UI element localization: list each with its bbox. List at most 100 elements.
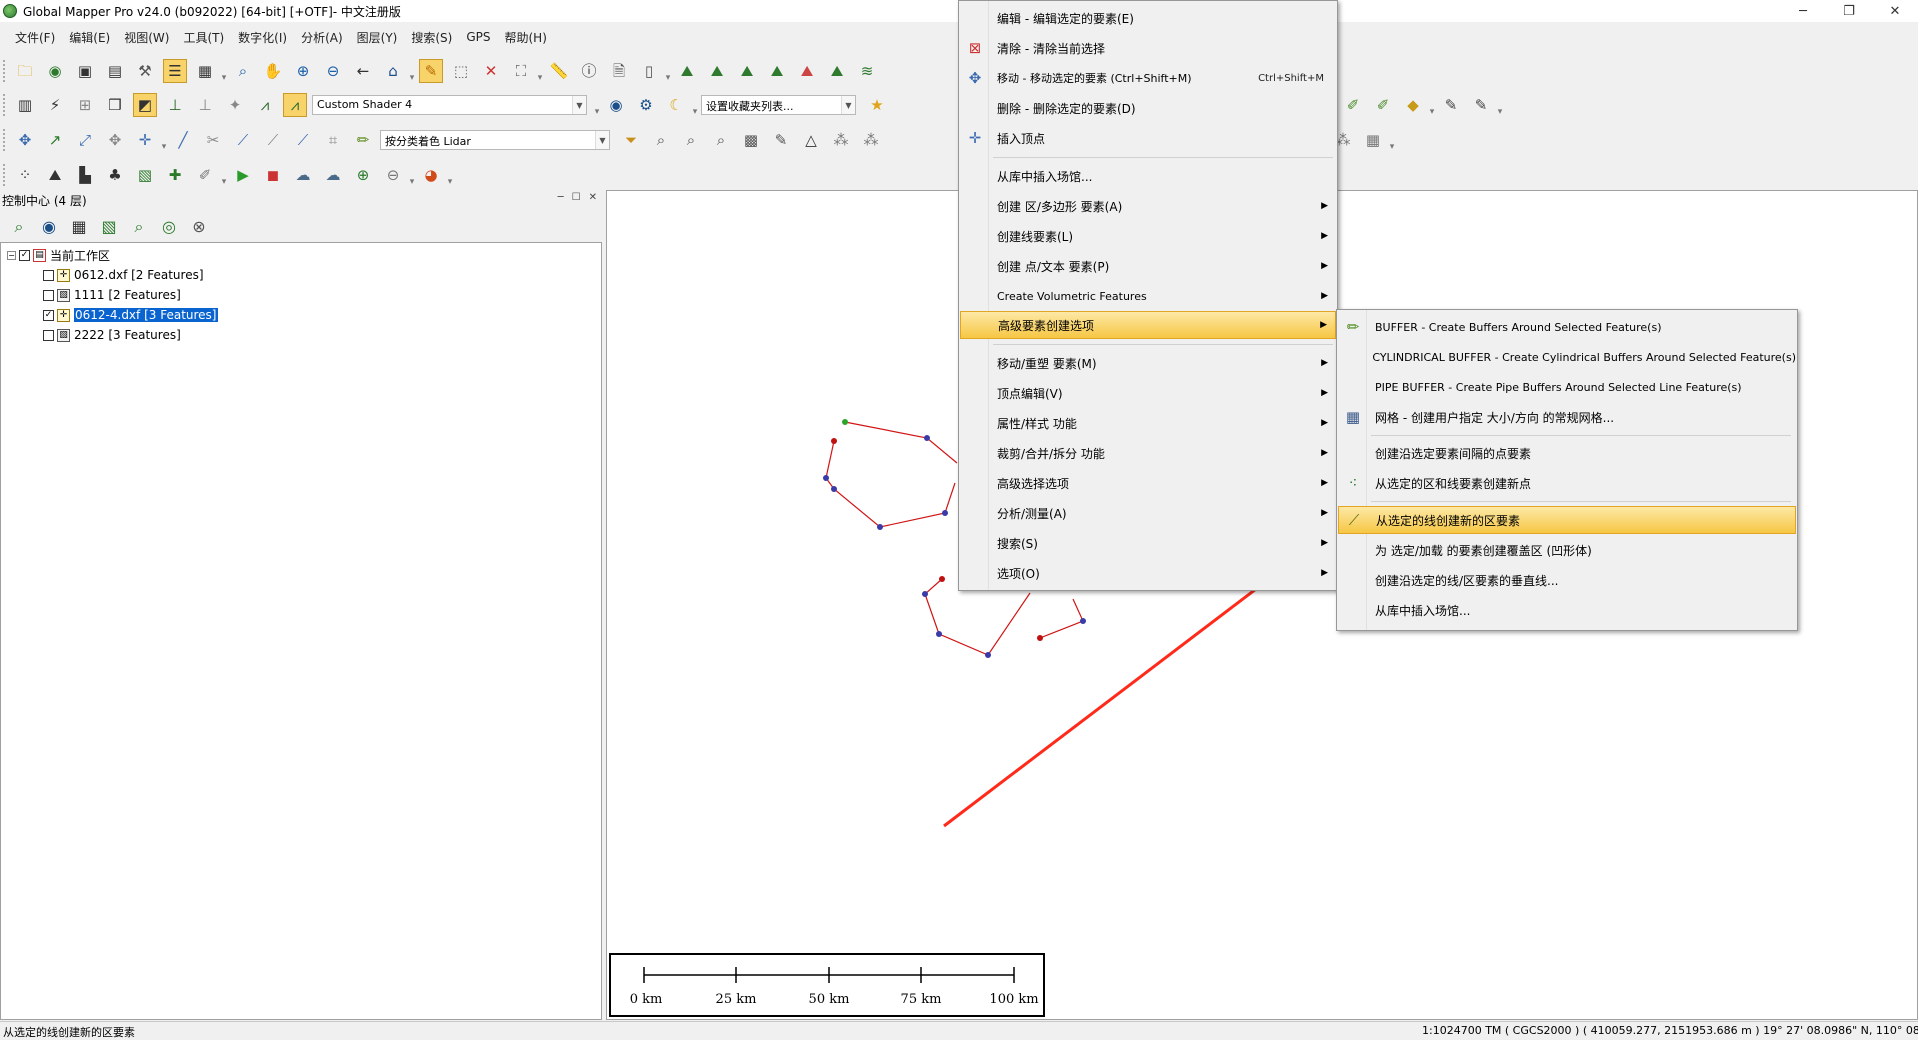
toolbar-chevron[interactable]: ▾ (691, 93, 699, 117)
open-folder-icon[interactable]: 🗀 (13, 59, 37, 83)
cloud-icon[interactable]: ☁ (291, 163, 315, 187)
lidar-tool-icon[interactable]: ▦ (1361, 128, 1385, 152)
toolbar-chevron[interactable]: ▾ (220, 163, 228, 187)
close-layer-icon[interactable]: ⊗ (187, 215, 211, 239)
menu-item-insert-vertex[interactable]: ✛ 插入顶点 (960, 124, 1336, 152)
toolbar-chevron[interactable]: ▾ (1388, 128, 1396, 152)
menu-view[interactable]: 视图(W) (117, 29, 176, 46)
checkbox-checked-icon[interactable]: ✓ (19, 249, 30, 261)
menu-layer[interactable]: 图层(Y) (350, 29, 405, 46)
edit-line-icon[interactable]: ✎ (1469, 93, 1493, 117)
line-tool-icon[interactable]: ╱ (171, 128, 195, 152)
crop-icon[interactable]: ⌗ (321, 128, 345, 152)
ruler-icon[interactable]: 📏 (547, 59, 571, 83)
toolbar-chevron[interactable]: ▾ (408, 163, 416, 187)
lidar-edit-icon[interactable]: ✎ (769, 128, 793, 152)
terrain-icon[interactable]: ⛰ (825, 59, 849, 83)
layer-checkbox[interactable] (43, 289, 54, 301)
move-icon[interactable]: ✥ (103, 128, 127, 152)
layer-checkbox[interactable] (43, 329, 54, 341)
wrench-icon[interactable]: ⚒ (133, 59, 157, 83)
toolbar-chevron[interactable]: ▾ (220, 59, 228, 83)
toolbar-chevron[interactable]: ▾ (160, 128, 168, 152)
menu-gps[interactable]: GPS (459, 30, 497, 44)
layer-checkbox-checked[interactable]: ✓ (43, 309, 54, 321)
globe-icon[interactable]: ◉ (37, 215, 61, 239)
terrain-icon[interactable]: ⛰ (735, 59, 759, 83)
submenu-item-area-from-lines[interactable]: ⟋ 从选定的线创建新的区要素 (1338, 506, 1796, 534)
menu-item-options[interactable]: 选项(O) ▶ (960, 559, 1336, 587)
moon-icon[interactable]: ☾ (664, 93, 688, 117)
lidar-search-icon[interactable]: ⌕ (679, 128, 703, 152)
edit-pencil-icon[interactable]: ✎ (419, 59, 443, 83)
menu-item-create-point[interactable]: 创建 点/文本 要素(P) ▶ (960, 252, 1336, 280)
zoom-out-icon[interactable]: ⊖ (321, 59, 345, 83)
shader-icon[interactable]: ⩘ (283, 93, 307, 117)
star-icon[interactable]: ★ (865, 93, 889, 117)
toolbar-chevron[interactable]: ▾ (446, 163, 454, 187)
menu-item-create-area[interactable]: 创建 区/多边形 要素(A) ▶ (960, 192, 1336, 220)
puzzle-icon[interactable]: ✚ (163, 163, 187, 187)
menu-item-clear[interactable]: ⊠ 清除 - 清除当前选择 (960, 34, 1336, 62)
lidar-points-icon[interactable]: ⁂ (859, 128, 883, 152)
3d-view-icon[interactable]: ❒ (103, 93, 127, 117)
panel-minimize-icon[interactable]: ─ (558, 192, 564, 203)
menu-digitize[interactable]: 数字化(I) (231, 29, 294, 46)
layer-search-icon[interactable]: ⌕ (127, 215, 151, 239)
menu-item-edit[interactable]: 编辑 - 编辑选定的要素(E) (960, 4, 1336, 32)
filter-icon[interactable]: ⏷ (619, 128, 643, 152)
add-layer-icon[interactable]: ⊕ (351, 163, 375, 187)
zoom-tool-icon[interactable]: ⌕ (231, 59, 255, 83)
control-center-icon[interactable]: ☰ (163, 59, 187, 83)
buildings-icon[interactable]: ▙ (73, 163, 97, 187)
toolbar-chevron[interactable]: ▾ (408, 59, 416, 83)
visibility-icon[interactable]: ◎ (157, 215, 181, 239)
cut-icon[interactable]: ✂ (201, 128, 225, 152)
tree-icon[interactable]: ♣ (103, 163, 127, 187)
submenu-item-new-points[interactable]: ⁖ 从选定的区和线要素创建新点 (1338, 469, 1796, 497)
lidar-points-icon[interactable]: ⁂ (829, 128, 853, 152)
brush-icon[interactable]: ✐ (193, 163, 217, 187)
minimize-button[interactable]: ─ (1780, 0, 1826, 22)
toolbar-chevron[interactable]: ▾ (1428, 93, 1436, 117)
shapes-icon[interactable]: ◆ (1401, 93, 1425, 117)
menu-item-create-line[interactable]: 创建线要素(L) ▶ (960, 222, 1336, 250)
toolbar-chevron[interactable]: ▾ (536, 59, 544, 83)
favorites-select[interactable]: 设置收藏夹列表... ▼ (701, 95, 856, 115)
layout-icon[interactable]: ▤ (103, 59, 127, 83)
stop-icon[interactable]: ◼ (261, 163, 285, 187)
tree-layer-item[interactable]: ✛ 0612.dxf [2 Features] (43, 266, 204, 284)
terrain-icon[interactable]: ⛰ (795, 59, 819, 83)
back-arrow-icon[interactable]: ← (351, 59, 375, 83)
menu-item-advanced-creation[interactable]: 高级要素创建选项 ▶ (960, 311, 1336, 339)
play-icon[interactable]: ▶ (231, 163, 255, 187)
menu-item-move[interactable]: ✥ 移动 - 移动选定的要素 (Ctrl+Shift+M) Ctrl+Shift… (960, 64, 1336, 92)
toolbar-chevron[interactable]: ▾ (664, 59, 672, 83)
save-icon[interactable]: ▣ (73, 59, 97, 83)
menu-edit[interactable]: 编辑(E) (62, 29, 117, 46)
move-icon[interactable]: ✥ (13, 128, 37, 152)
move-vertex-icon[interactable]: ↗ (43, 128, 67, 152)
terrain-icon[interactable]: ⛰ (43, 163, 67, 187)
tree-layer-item[interactable]: ▧ 1111 [2 Features] (43, 286, 181, 304)
path-profile-icon[interactable]: 🗎 (607, 59, 631, 83)
collapse-icon[interactable]: − (7, 250, 16, 260)
submenu-item-perpendicular[interactable]: 创建沿选定的线/区要素的垂直线... (1338, 566, 1796, 594)
submenu-item-buffer[interactable]: ✏ BUFFER - Create Buffers Around Selecte… (1338, 313, 1796, 341)
menu-analysis[interactable]: 分析(A) (294, 29, 350, 46)
elevation-icon[interactable]: ⊥ (163, 93, 187, 117)
line-tool-icon[interactable]: ⟋ (261, 128, 285, 152)
close-button[interactable]: ✕ (1872, 0, 1918, 22)
panel-float-icon[interactable]: ☐ (572, 192, 581, 203)
menu-item-move-reshape[interactable]: 移动/重塑 要素(M) ▶ (960, 349, 1336, 377)
menu-item-advanced-selection[interactable]: 高级选择选项 ▶ (960, 469, 1336, 497)
submenu-item-pipe-buffer[interactable]: PIPE BUFFER - Create Pipe Buffers Around… (1338, 373, 1796, 401)
overview-icon[interactable]: ▦ (193, 59, 217, 83)
menu-item-attribute-style[interactable]: 属性/样式 功能 ▶ (960, 409, 1336, 437)
maximize-button[interactable]: ❐ (1826, 0, 1872, 22)
menu-search[interactable]: 搜索(S) (404, 29, 459, 46)
cloud-icon[interactable]: ☁ (321, 163, 345, 187)
map-icon[interactable]: ▧ (133, 163, 157, 187)
tree-layer-item-selected[interactable]: ✓ ✛ 0612-4.dxf [3 Features] (43, 306, 218, 324)
terrain-icon[interactable]: ⛰ (765, 59, 789, 83)
